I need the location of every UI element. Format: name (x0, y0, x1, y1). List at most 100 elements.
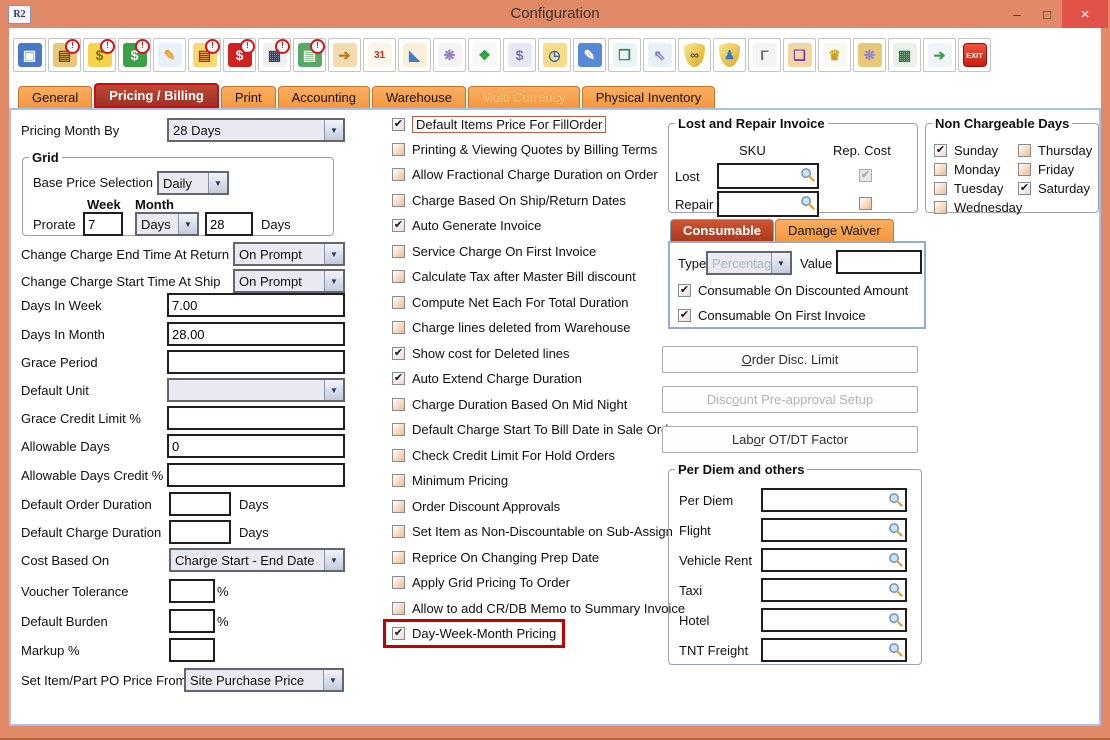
po-price-from-dropdown[interactable]: Site Purchase Price▼ (184, 668, 344, 692)
edit-quote-button[interactable]: ✎ (153, 38, 186, 72)
days-in-month-input[interactable] (167, 322, 345, 346)
order-disc-limit-button[interactable]: Order Disc. Limit (662, 346, 918, 373)
price-tag-setup-button[interactable]: $ (503, 38, 536, 72)
checkbox[interactable] (392, 194, 405, 207)
checkbox[interactable] (392, 602, 405, 615)
search-icon[interactable] (888, 492, 903, 507)
checkbox[interactable] (392, 525, 405, 538)
grace-credit-limit-input[interactable] (167, 406, 345, 430)
tab-damage-waiver[interactable]: Damage Waiver (775, 219, 894, 241)
checkbox[interactable] (392, 576, 405, 589)
checkbox[interactable]: ✔ (392, 372, 405, 385)
scanner-setup-button[interactable]: Γ (748, 38, 781, 72)
tab-consumable[interactable]: Consumable (670, 219, 774, 241)
checkbox[interactable] (392, 423, 405, 436)
security-user-button[interactable]: ♟ (713, 38, 746, 72)
allowable-days-input[interactable] (167, 434, 345, 458)
charge-start-dropdown[interactable]: On Prompt▼ (233, 269, 345, 293)
tab-accounting[interactable]: Accounting (278, 86, 370, 108)
checkbox[interactable] (392, 143, 405, 156)
pricing-month-by-dropdown[interactable]: 28 Days▼ (167, 118, 345, 142)
consumable-value-input[interactable] (836, 250, 922, 274)
days-in-week-input[interactable] (167, 293, 345, 317)
search-icon[interactable] (888, 552, 903, 567)
checkbox[interactable] (392, 474, 405, 487)
calendar-button[interactable]: 31 (363, 38, 396, 72)
search-icon[interactable] (888, 582, 903, 597)
tab-pricing-billing[interactable]: Pricing / Billing (94, 83, 219, 108)
document-return-button[interactable]: ⇖ (643, 38, 676, 72)
tnt-freight-input[interactable] (761, 638, 907, 662)
checkbox[interactable]: ✔ (678, 309, 691, 322)
default-burden-input[interactable] (169, 609, 215, 633)
labor-otdt-factor-button[interactable]: Labor OT/DT Factor (662, 426, 918, 453)
spreadsheet-button[interactable]: ▤! (293, 38, 326, 72)
folder-history-button[interactable]: ◷ (538, 38, 571, 72)
assembly-cubes-button[interactable]: ❖ (468, 38, 501, 72)
vehicle-rent-input[interactable] (761, 548, 907, 572)
close-button[interactable]: × (1062, 0, 1108, 28)
maximize-button[interactable]: □ (1032, 0, 1062, 28)
minimize-button[interactable]: – (1002, 0, 1032, 28)
payment-button[interactable]: $! (223, 38, 256, 72)
checkbox[interactable]: ✔ (678, 284, 691, 297)
document-export-button[interactable]: ➔ (923, 38, 956, 72)
search-icon[interactable] (888, 612, 903, 627)
checkbox[interactable]: ✔ (934, 144, 947, 157)
markup-input[interactable] (169, 638, 215, 662)
default-charge-duration-input[interactable] (169, 520, 231, 544)
default-unit-dropdown[interactable]: ▼ (167, 378, 345, 402)
charge-end-dropdown[interactable]: On Prompt▼ (233, 242, 345, 266)
checkbox[interactable] (934, 182, 947, 195)
exit-button[interactable]: EXIT (958, 38, 991, 72)
checkbox[interactable] (392, 245, 405, 258)
invoice-button[interactable]: $! (118, 38, 151, 72)
consumable-type-dropdown[interactable]: Percentage▼ (706, 251, 792, 275)
tab-print[interactable]: Print (221, 86, 276, 108)
checkbox[interactable]: ✔ (392, 347, 405, 360)
cost-based-on-dropdown[interactable]: Charge Start - End Date▼ (169, 548, 345, 572)
search-icon[interactable] (888, 522, 903, 537)
prorate-month-input[interactable] (205, 212, 253, 236)
taxi-input[interactable] (761, 578, 907, 602)
award-setup-button[interactable]: ♛ (818, 38, 851, 72)
checkbox[interactable] (1018, 163, 1031, 176)
save-button[interactable]: ▣ (13, 38, 46, 72)
per-diem-input[interactable] (761, 488, 907, 512)
checkbox[interactable]: ✔ (1018, 182, 1031, 195)
checkbox[interactable] (392, 449, 405, 462)
checkbox[interactable] (392, 168, 405, 181)
document-items-button[interactable]: ❐ (608, 38, 641, 72)
security-search-button[interactable]: ∞ (678, 38, 711, 72)
order-form-button[interactable]: ▤! (188, 38, 221, 72)
window-edit-button[interactable]: ✎ (573, 38, 606, 72)
checkbox[interactable] (392, 551, 405, 564)
tab-physical-inventory[interactable]: Physical Inventory (582, 86, 716, 108)
checkbox[interactable]: ✔ (392, 118, 405, 131)
checkbox[interactable] (392, 500, 405, 513)
prorate-month-unit-dropdown[interactable]: Days▼ (135, 212, 199, 236)
checkbox[interactable] (392, 296, 405, 309)
tab-warehouse[interactable]: Warehouse (372, 86, 466, 108)
checkbox[interactable] (392, 321, 405, 334)
lost-rep-cost-checkbox[interactable]: ✔ (859, 169, 872, 182)
checkbox[interactable] (934, 163, 947, 176)
tab-general[interactable]: General (18, 86, 92, 108)
search-icon[interactable] (800, 167, 815, 182)
prorate-week-input[interactable] (83, 212, 123, 236)
folder-documents-button[interactable]: ❑ (783, 38, 816, 72)
schedule-grid-button[interactable]: ▦! (258, 38, 291, 72)
tab-multi-currency[interactable]: Multi Currency (468, 86, 580, 108)
shop-order-button[interactable]: ▤! (48, 38, 81, 72)
checkbox[interactable]: ✔ (392, 627, 405, 640)
checkbox[interactable] (392, 398, 405, 411)
checkbox[interactable] (934, 201, 947, 214)
checkbox[interactable] (392, 270, 405, 283)
import-lock-button[interactable]: ➔ (328, 38, 361, 72)
search-icon[interactable] (800, 195, 815, 210)
measure-ruler-button[interactable]: ◣ (398, 38, 431, 72)
voucher-tolerance-input[interactable] (169, 579, 215, 603)
search-icon[interactable] (888, 642, 903, 657)
coins-button[interactable]: $! (83, 38, 116, 72)
allowable-days-credit-input[interactable] (167, 463, 345, 487)
